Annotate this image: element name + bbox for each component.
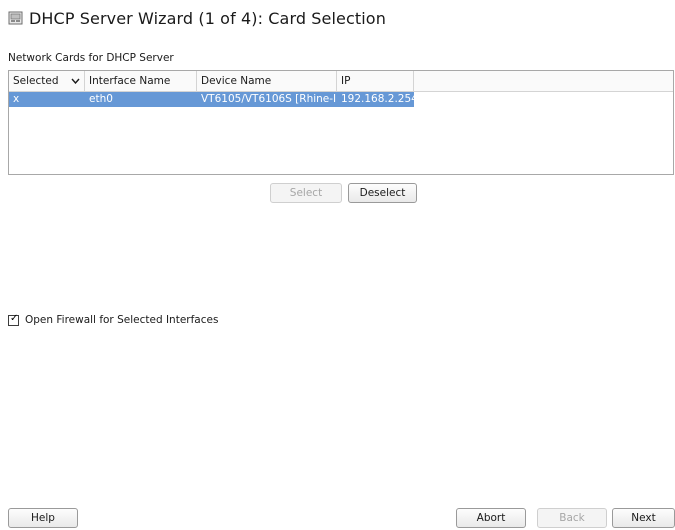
open-firewall-label[interactable]: Open Firewall for Selected Interfaces	[25, 314, 218, 326]
column-header-label: Device Name	[201, 75, 272, 87]
cell-interface-name: eth0	[85, 92, 197, 107]
column-header-label: Selected	[13, 75, 59, 87]
column-header-filler	[414, 71, 673, 91]
next-button[interactable]: Next	[612, 508, 675, 528]
dhcp-wizard-icon	[8, 11, 23, 25]
abort-button[interactable]: Abort	[456, 508, 526, 528]
deselect-button[interactable]: Deselect	[348, 183, 417, 203]
column-header-selected[interactable]: Selected	[9, 71, 85, 91]
open-firewall-option[interactable]: ✓ Open Firewall for Selected Interfaces	[8, 312, 218, 326]
cell-ip: 192.168.2.254	[337, 92, 414, 107]
checkmark-icon: ✓	[10, 312, 19, 324]
network-cards-table[interactable]: Selected Interface Name Device Name IP x…	[8, 70, 674, 175]
network-cards-label: Network Cards for DHCP Server	[8, 52, 174, 64]
cell-device-name: VT6105/VT6106S [Rhine-III]	[197, 92, 337, 107]
column-header-device-name[interactable]: Device Name	[197, 71, 337, 91]
column-header-label: IP	[341, 75, 351, 87]
column-header-interface-name[interactable]: Interface Name	[85, 71, 197, 91]
cell-selected: x	[9, 92, 85, 107]
help-button[interactable]: Help	[8, 508, 78, 528]
open-firewall-checkbox[interactable]: ✓	[8, 312, 19, 326]
row-filler	[414, 92, 673, 107]
table-row[interactable]: x eth0 VT6105/VT6106S [Rhine-III] 192.16…	[9, 92, 673, 107]
select-button[interactable]: Select	[270, 183, 342, 203]
column-header-ip[interactable]: IP	[337, 71, 414, 91]
table-header: Selected Interface Name Device Name IP	[9, 71, 673, 92]
chevron-down-icon[interactable]	[71, 78, 80, 84]
page-title: DHCP Server Wizard (1 of 4): Card Select…	[29, 8, 386, 28]
back-button[interactable]: Back	[537, 508, 607, 528]
column-header-label: Interface Name	[89, 75, 171, 87]
wizard-title-bar: DHCP Server Wizard (1 of 4): Card Select…	[8, 8, 386, 28]
